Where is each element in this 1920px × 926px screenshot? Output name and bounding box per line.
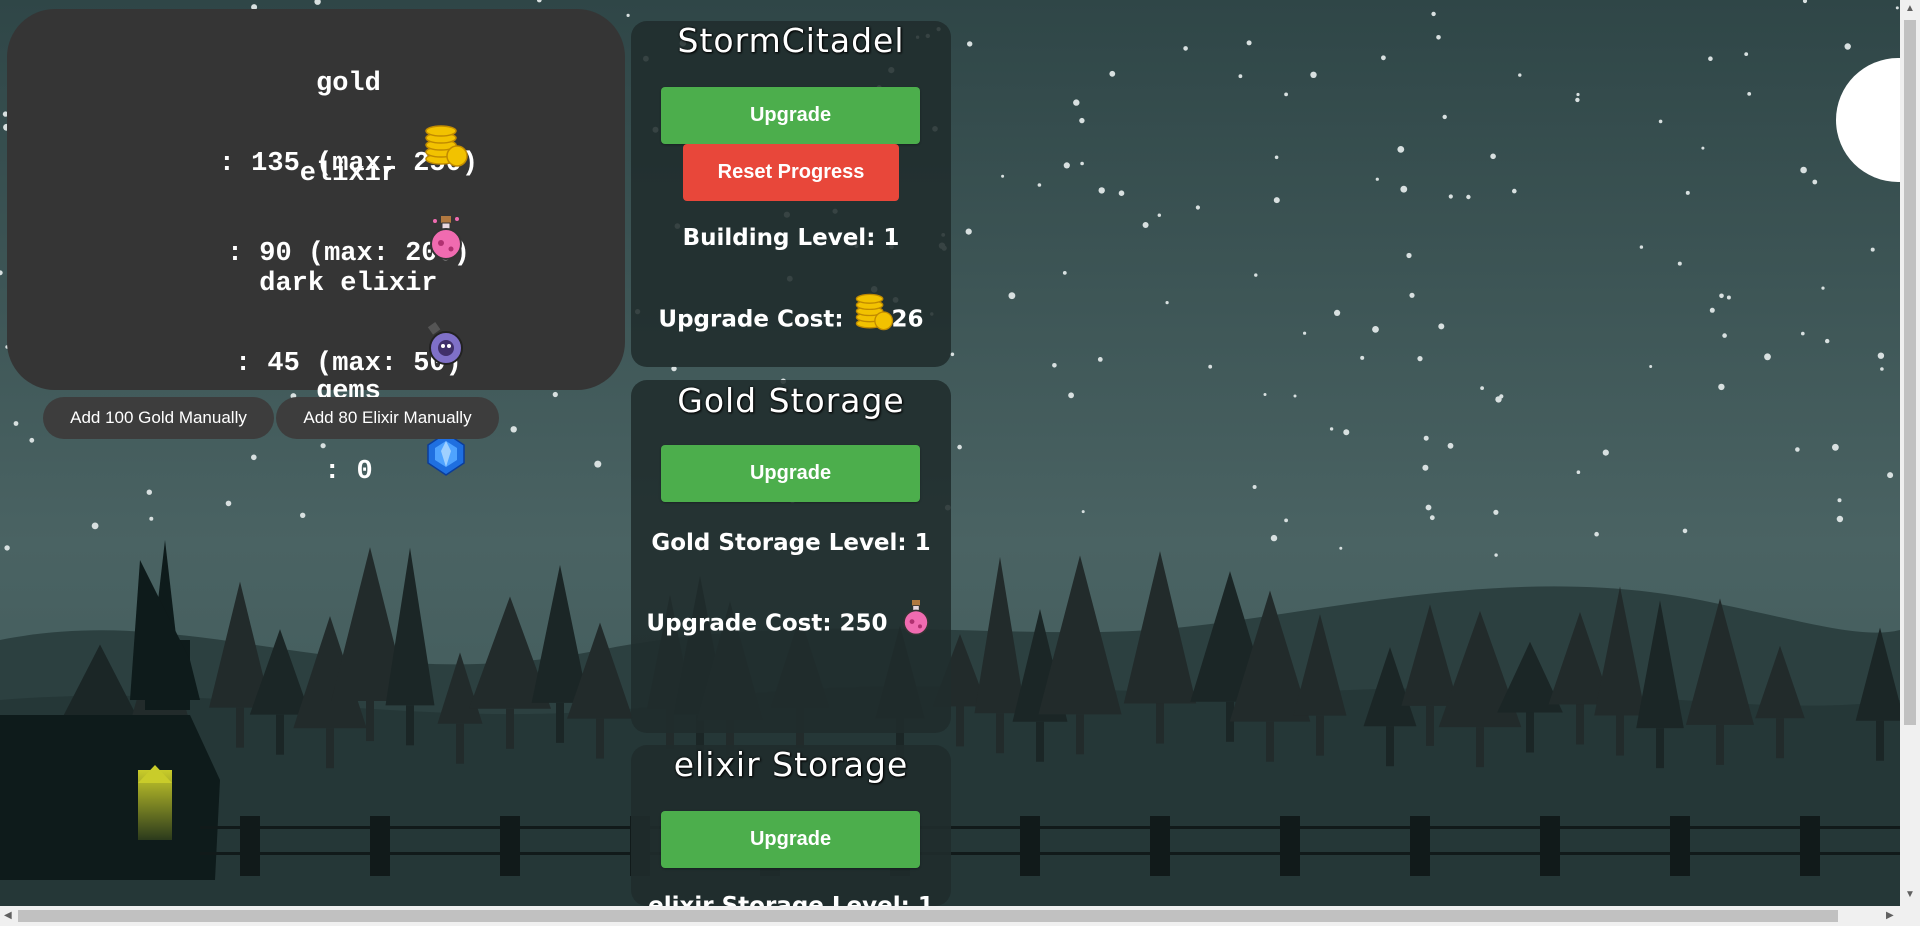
scroll-up-arrow-icon[interactable]: ▲ [1905,4,1915,14]
upgrade-cost: Upgrade Cost: 26 [631,293,951,340]
horizontal-scroll-thumb[interactable] [18,910,1838,922]
building-level: Gold Storage Level: 1 [651,530,931,556]
reset-progress-button[interactable]: Reset Progress [683,144,899,201]
building-card-gold-storage: Gold Storage Upgrade Gold Storage Level:… [631,380,951,733]
upgrade-cost-label: Upgrade Cost: [658,306,844,333]
add-elixir-button[interactable]: Add 80 Elixir Manually [276,397,499,439]
building-title: elixir Storage [673,745,909,784]
upgrade-cost-value: 26 [891,306,924,333]
vertical-scrollbar[interactable]: ▲ ▼ [1900,0,1920,906]
building-title: Gold Storage [677,381,905,420]
elixir-potion-icon [896,594,936,638]
building-card-elixir-storage: elixir Storage Upgrade elixir Storage Le… [631,745,951,906]
horizontal-scrollbar[interactable]: ◀ ▶ [0,906,1920,926]
vertical-scroll-thumb[interactable] [1904,20,1916,725]
building-level: elixir Storage Level: 1 [648,893,934,906]
upgrade-button[interactable]: Upgrade [661,445,920,502]
elixir-potion-icon [323,181,462,260]
resources-panel: gold : 135 (max: 250) elixir : 90 (max: … [7,9,625,487]
upgrade-button[interactable]: Upgrade [661,87,920,144]
building-title: StormCitadel [677,21,905,60]
scroll-down-arrow-icon[interactable]: ▼ [1905,890,1915,900]
add-gold-button[interactable]: Add 100 Gold Manually [43,397,274,439]
dark-elixir-potion-icon [323,291,463,365]
scroll-right-arrow-icon[interactable]: ▶ [1886,911,1894,921]
scroll-left-arrow-icon[interactable]: ◀ [4,911,12,921]
upgrade-cost-label: Upgrade Cost: 250 [646,610,888,637]
upgrade-button[interactable]: Upgrade [661,811,920,868]
upgrade-cost: Upgrade Cost: 250 [631,600,951,646]
building-card-stormcitadel: StormCitadel Upgrade Reset Progress Buil… [631,21,951,367]
building-level: Building Level: 1 [682,225,900,251]
gold-coins-icon [852,290,893,331]
